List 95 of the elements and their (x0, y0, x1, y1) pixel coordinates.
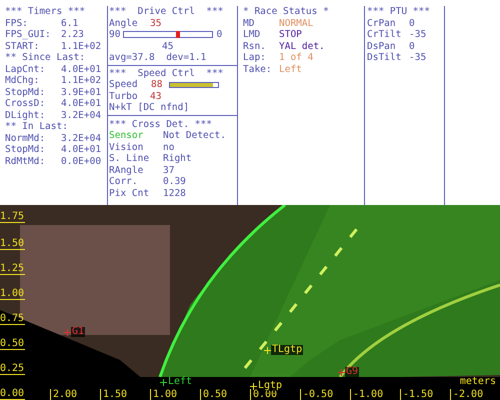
ptu-label: DsTilt (367, 52, 402, 64)
timer-label: START: (5, 40, 40, 52)
timer-value: 4.0E+01 (61, 98, 102, 110)
section-heading: *** Timers *** (5, 6, 86, 18)
status-value: YAL det. (279, 40, 325, 52)
ptu-label: CrPan (367, 18, 397, 29)
timer-value: 3.9E+01 (61, 86, 102, 98)
ptu-value: 0 (409, 18, 415, 29)
detector-label: Sensor (108, 130, 144, 142)
ptu-value: -35 (409, 52, 426, 64)
y-axis-tick-label: 1.25 (0, 264, 26, 275)
slider-mid-label: 45 (161, 40, 174, 52)
drive-mode: N+kT [DC nfnd] (108, 102, 237, 116)
timer-label: NormMd: (5, 132, 46, 144)
y-axis-tick-label: 0.50 (0, 339, 26, 350)
angle-stats: avg=37.8 dev=1.1 (108, 52, 237, 66)
status-label: Take: (243, 64, 273, 75)
x-axis-tick-label: -2.00 (450, 389, 484, 400)
section-heading: *** PTU *** (367, 6, 431, 18)
x-axis-tick-label: -1.00 (350, 389, 384, 400)
ptu-label: DsPan (367, 40, 397, 52)
timer-label: MdChg: (5, 75, 40, 86)
slider-max-label: 0 (216, 29, 222, 40)
angle-slider[interactable] (123, 31, 214, 38)
marker-label: Lgtp (257, 381, 284, 391)
detector-value: 0.39 (163, 176, 186, 188)
x-axis-tick-label: 0.50 (200, 389, 228, 400)
section-heading: *** Speed Ctrl *** (108, 66, 224, 79)
section-heading: * Race Status * (243, 6, 330, 18)
detector-value: no (163, 142, 174, 153)
y-axis-tick-label: 0.00 (0, 389, 26, 400)
status-label: MD (243, 18, 256, 29)
timer-value: 3.2E+04 (61, 132, 102, 144)
section-heading: *** Cross Det. *** (108, 118, 213, 130)
marker-label: G1 (71, 327, 86, 337)
timer-value: 1.1E+02 (61, 75, 102, 86)
y-axis-tick-label: 1.00 (0, 289, 26, 300)
detector-label: S. Line (108, 153, 150, 164)
timer-value: 2.23 (61, 29, 84, 40)
timer-label: CrossD: (5, 98, 46, 110)
y-axis-tick-label: 1.75 (0, 212, 26, 223)
timer-value: 4.0E+01 (61, 64, 102, 75)
detector-value: 1228 (163, 188, 186, 199)
x-axis-tick-label: 1.50 (100, 389, 128, 400)
timer-value: 1.1E+02 (61, 40, 102, 52)
timer-label: RdMtMd: (5, 156, 46, 167)
y-axis-tick-label: 1.50 (0, 239, 26, 250)
detector-label: RAngle (108, 164, 144, 176)
x-axis-tick-label: -0.50 (300, 389, 334, 400)
x-axis-tick-label: -1.50 (400, 389, 434, 400)
timer-label: LapCnt: (5, 64, 46, 75)
x-axis-tick-label: 1.00 (150, 389, 178, 400)
status-label: LMD (243, 29, 262, 40)
timer-label: FPS: (5, 18, 29, 29)
timer-value: 3.2E+04 (61, 110, 102, 121)
ptu-label: CrTilt (367, 29, 402, 40)
slider-thumb[interactable] (176, 31, 180, 38)
timer-value: 6.1 (61, 18, 78, 29)
section-heading: ** Since Last: (5, 52, 86, 64)
section-heading: ** In Last: (5, 121, 69, 132)
speed-label: Speed (109, 79, 139, 90)
angle-value: 35 (150, 18, 162, 29)
timer-value: 0.0E+00 (61, 156, 102, 167)
axis-unit-label: meters (460, 377, 496, 387)
detector-label: Corr. (108, 176, 139, 188)
ptu-value: 0 (409, 40, 415, 52)
x-axis-tick-label: 2.00 (50, 389, 78, 400)
detector-value: Not Detect. (163, 130, 226, 142)
status-value: STOP (279, 29, 302, 40)
detector-value: Right (163, 153, 192, 164)
marker-label: G9 (345, 367, 360, 377)
speed-value: 88 (151, 79, 164, 90)
turbo-label: Turbo (108, 90, 139, 102)
status-value: 1 of 4 (279, 52, 314, 64)
detector-value: 37 (163, 164, 174, 176)
timer-label: DLight: (5, 110, 46, 121)
timer-label: StopMd: (5, 144, 46, 156)
marker-label: Left (167, 377, 194, 387)
y-axis-tick-label: 0.75 (0, 314, 26, 325)
status-label: Lap: (243, 52, 267, 64)
timer-label: StopMd: (5, 86, 46, 98)
detector-label: Vision (108, 142, 144, 153)
status-label: Rsn. (243, 40, 267, 52)
marker-label: TLgtp (271, 345, 304, 355)
slider-min-label: 90 (109, 29, 120, 40)
status-value: NORMAL (279, 18, 314, 29)
y-axis-tick-label: 0.25 (0, 364, 26, 375)
timer-label: FPS_GUI: (5, 29, 52, 40)
turbo-value: 43 (150, 90, 162, 102)
section-heading: *** Drive Ctrl *** (108, 6, 224, 18)
timer-value: 4.0E+01 (61, 144, 102, 156)
ptu-value: -35 (409, 29, 426, 40)
status-value: Left (279, 64, 302, 75)
detector-label: Pix Cnt (108, 188, 150, 199)
angle-label: Angle (108, 18, 139, 29)
